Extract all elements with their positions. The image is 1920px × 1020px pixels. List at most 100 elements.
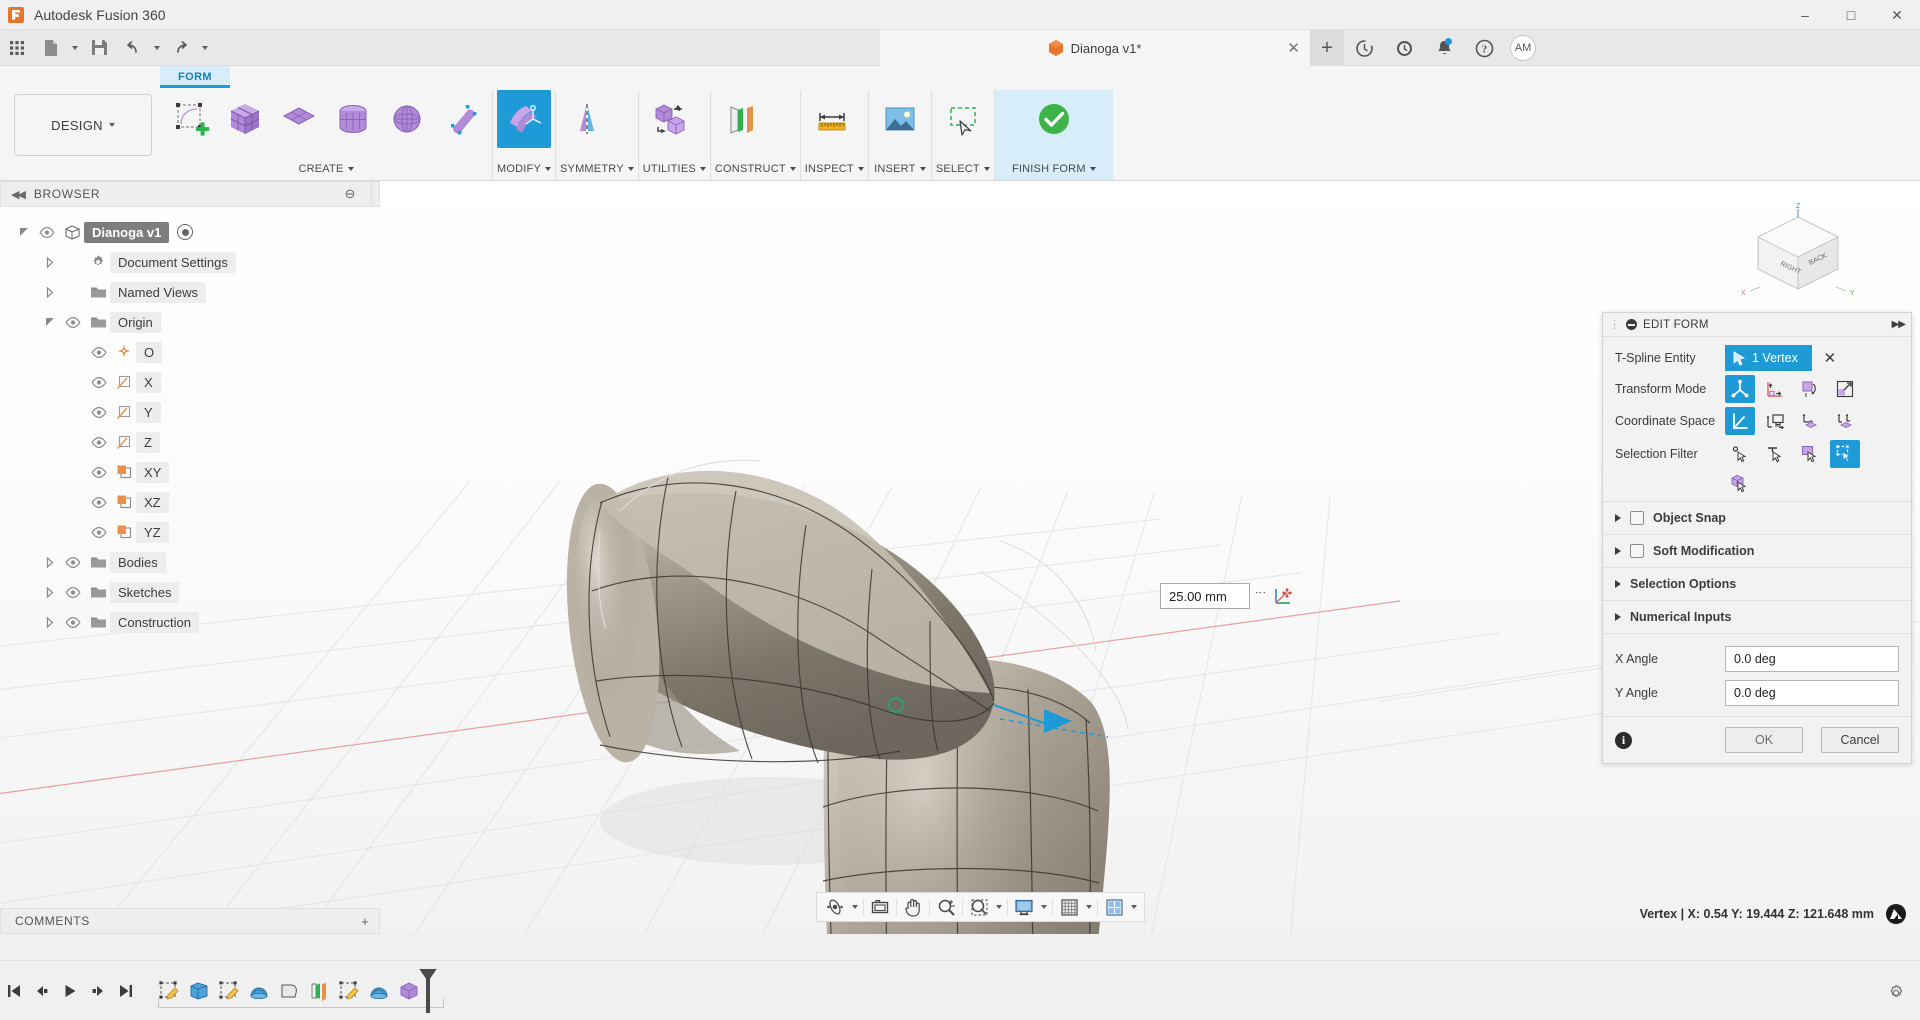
offset-plane-icon[interactable]: [715, 90, 769, 148]
tree-item-xy[interactable]: XY: [0, 457, 380, 487]
ribbon-group-label-construct[interactable]: CONSTRUCT: [715, 163, 796, 180]
timeline-marker[interactable]: [426, 969, 430, 1013]
tree-item-dianoga-v1[interactable]: Dianoga v1: [0, 217, 380, 247]
sphere-primitive-icon[interactable]: [380, 90, 434, 148]
ribbon-group-label-utilities[interactable]: UTILITIES: [643, 163, 706, 180]
tree-item-o[interactable]: O: [0, 337, 380, 367]
expand-toggle-icon[interactable]: [14, 227, 34, 238]
workspace-switcher[interactable]: DESIGN: [14, 94, 152, 156]
clear-selection-button[interactable]: ✕: [1817, 349, 1843, 367]
ribbon-group-label-symmetry[interactable]: SYMMETRY: [560, 163, 634, 180]
ribbon-group-label-select[interactable]: SELECT: [936, 163, 990, 180]
collapse-left-icon[interactable]: ◀◀: [11, 188, 24, 201]
measure-ruler-icon[interactable]: [805, 90, 859, 148]
box-primitive-icon[interactable]: [218, 90, 272, 148]
coord-space-world-icon[interactable]: [1725, 407, 1755, 435]
visibility-eye-icon[interactable]: [60, 617, 86, 628]
ribbon-group-label-inspect[interactable]: INSPECT: [805, 163, 864, 180]
tab-form[interactable]: FORM: [160, 66, 230, 88]
expand-right-icon[interactable]: ▶▶: [1892, 319, 1905, 330]
timeline-step-forward-icon[interactable]: [84, 974, 112, 1008]
display-settings-icon[interactable]: [1010, 894, 1038, 920]
dimension-value-input[interactable]: 25.00 mm: [1160, 583, 1250, 609]
visibility-eye-icon[interactable]: [86, 437, 112, 448]
edit-form-header[interactable]: ⋮ EDIT FORM ▶▶: [1603, 313, 1911, 337]
section-soft-modification[interactable]: Soft Modification: [1603, 534, 1911, 567]
expand-toggle-icon[interactable]: [40, 317, 60, 328]
selection-chip[interactable]: 1 Vertex: [1725, 345, 1812, 371]
add-tab-button[interactable]: +: [1310, 30, 1344, 66]
window-selection-icon[interactable]: [936, 90, 990, 148]
zoom-magnifier-icon[interactable]: [932, 894, 960, 920]
recent-activity-icon[interactable]: [1384, 30, 1424, 66]
visibility-eye-icon[interactable]: [86, 407, 112, 418]
filter-edge-icon[interactable]: [1760, 440, 1790, 468]
redo-dropdown[interactable]: [198, 33, 212, 63]
ribbon-group-label-insert[interactable]: INSERT: [873, 163, 927, 180]
maximize-button[interactable]: □: [1828, 0, 1874, 30]
timeline-step-back-icon[interactable]: [28, 974, 56, 1008]
move-axis-icon[interactable]: [1270, 583, 1296, 609]
new-document-dropdown[interactable]: [68, 33, 82, 63]
undo-icon[interactable]: [116, 33, 150, 63]
orbit-icon[interactable]: [821, 894, 849, 920]
tree-item-document-settings[interactable]: Document Settings: [0, 247, 380, 277]
object-snap-checkbox[interactable]: [1630, 511, 1644, 525]
insert-image-icon[interactable]: [873, 90, 927, 148]
grid-snaps-dropdown[interactable]: [1083, 894, 1095, 920]
section-selection-options[interactable]: Selection Options: [1603, 567, 1911, 600]
notifications-bell-icon[interactable]: [1424, 30, 1464, 66]
ribbon-group-label-create[interactable]: CREATE: [164, 163, 488, 180]
ok-button[interactable]: OK: [1725, 727, 1803, 753]
save-icon[interactable]: [82, 33, 116, 63]
ribbon-group-label-finish-form[interactable]: FINISH FORM: [999, 163, 1109, 180]
comments-panel-header[interactable]: COMMENTS +: [0, 908, 380, 934]
close-icon[interactable]: ✕: [1287, 39, 1300, 57]
timeline-end-icon[interactable]: [112, 974, 140, 1008]
display-settings-dropdown[interactable]: [1038, 894, 1050, 920]
visibility-eye-icon[interactable]: [60, 557, 86, 568]
look-at-icon[interactable]: [866, 894, 894, 920]
transform-mode-rotate-icon[interactable]: [1795, 375, 1825, 403]
tree-item-sketches[interactable]: Sketches: [0, 577, 380, 607]
section-object-snap[interactable]: Object Snap: [1603, 501, 1911, 534]
tree-item-xz[interactable]: XZ: [0, 487, 380, 517]
cylinder-primitive-icon[interactable]: [326, 90, 380, 148]
create-form-icon[interactable]: [164, 90, 218, 148]
browser-minimize-button[interactable]: ⊖: [339, 186, 361, 202]
expand-toggle-icon[interactable]: [40, 557, 60, 568]
redo-icon[interactable]: [164, 33, 198, 63]
visibility-eye-icon[interactable]: [86, 467, 112, 478]
transform-mode-all-icon[interactable]: [1725, 375, 1755, 403]
quadball-primitive-icon[interactable]: [434, 90, 488, 148]
expand-toggle-icon[interactable]: [40, 617, 60, 628]
undo-dropdown[interactable]: [150, 33, 164, 63]
transform-mode-translate-icon[interactable]: [1760, 375, 1790, 403]
finish-form-check-icon[interactable]: [999, 90, 1109, 148]
app-grid-icon[interactable]: [0, 33, 34, 63]
visibility-eye-icon[interactable]: [60, 587, 86, 598]
viewports-icon[interactable]: [1100, 894, 1128, 920]
convert-icon[interactable]: [643, 90, 697, 148]
job-status-icon[interactable]: [1344, 30, 1384, 66]
avatar[interactable]: AM: [1510, 35, 1536, 61]
close-button[interactable]: ✕: [1874, 0, 1920, 30]
edit-form-icon[interactable]: [497, 90, 551, 148]
gear-icon[interactable]: [1886, 983, 1906, 1006]
new-document-icon[interactable]: [34, 33, 68, 63]
tree-item-z[interactable]: Z: [0, 427, 380, 457]
x-angle-input[interactable]: 0.0 deg: [1725, 646, 1899, 672]
zoom-window-dropdown[interactable]: [993, 894, 1005, 920]
visibility-eye-icon[interactable]: [60, 317, 86, 328]
tree-item-named-views[interactable]: Named Views: [0, 277, 380, 307]
timeline-play-icon[interactable]: [56, 974, 84, 1008]
tree-item-x[interactable]: X: [0, 367, 380, 397]
visibility-eye-icon[interactable]: [86, 347, 112, 358]
timeline-begin-icon[interactable]: [0, 974, 28, 1008]
grid-snaps-icon[interactable]: [1055, 894, 1083, 920]
expand-toggle-icon[interactable]: [40, 257, 60, 268]
expand-toggle-icon[interactable]: [40, 587, 60, 598]
visibility-eye-icon[interactable]: [34, 227, 60, 238]
coord-space-local-icon[interactable]: [1830, 407, 1860, 435]
info-icon[interactable]: i: [1615, 732, 1632, 749]
